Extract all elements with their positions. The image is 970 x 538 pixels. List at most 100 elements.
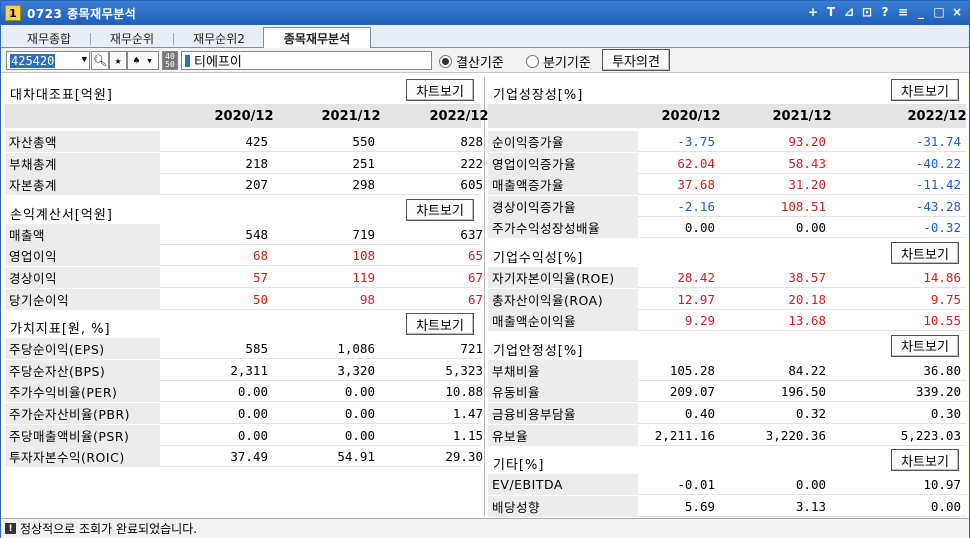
period-label: 2022/12 [907, 108, 967, 124]
info-icon: ! [5, 523, 16, 534]
cell-value: 14.86 [923, 270, 961, 285]
tab-bar: 재무종합 재무순위 재무순위2 종목재무분석 [1, 25, 969, 49]
toolbar: 425420 ▼ 🔍︎ ★ ♠ ▾ 40 50 티에프이 결산기준 분기기준 투자… [1, 48, 969, 73]
period-header: 2020/12 2021/12 2022/12 [488, 104, 967, 128]
text-icon[interactable]: T [825, 4, 837, 20]
table-row: 주가순자산비율(PBR) 0.00 0.00 1.47 [5, 403, 483, 424]
table-row: 주당순자산(BPS) 2,311 3,320 5,323 [5, 359, 483, 381]
table-row: 배당성향 5.69 3.13 0.00 [488, 495, 966, 517]
table-row: 영업이익 68 108 65 [5, 245, 483, 267]
section-title: 기타[%] [493, 458, 545, 474]
main-window: 1 0723 종목재무분석 + T ⊿ ⊡ ? ≡ _ □ × 재무종합 재무순… [0, 0, 970, 538]
chart-view-button[interactable]: 차트보기 [406, 79, 474, 101]
cell-value: 5,323 [445, 362, 483, 378]
tab-financial-summary[interactable]: 재무종합 [9, 28, 89, 48]
cell-value: 605 [460, 177, 483, 193]
chart-view-button[interactable]: 차트보기 [891, 449, 959, 472]
table-row: 매출액순이익율 9.29 13.68 10.55 [488, 310, 966, 332]
table-row: 매출액증가율 37.68 31.20 -11.42 [488, 174, 966, 196]
table-row: 유보율 2,211.16 3,220.36 5,223.03 [488, 424, 966, 446]
menu-icon[interactable]: ≡ [897, 4, 909, 20]
table-row: 주가수익성장성배율 0.00 0.00 -0.32 [488, 217, 966, 239]
chart-view-button[interactable]: 차트보기 [891, 79, 959, 101]
window-copy-icon[interactable]: ⊡ [861, 4, 873, 20]
window-number-badge: 1 [5, 5, 21, 21]
chart-view-button[interactable]: 차트보기 [891, 334, 959, 357]
cell-value: 828 [460, 134, 483, 149]
period-label: 2021/12 [772, 108, 832, 124]
table-row: 자산총액 425 550 828 [5, 131, 483, 152]
table-row: 경상이익 57 119 67 [5, 267, 483, 288]
cell-value: -31.74 [915, 134, 961, 149]
stock-name-field[interactable]: 티에프이 [181, 51, 432, 70]
table-row: 주당순이익(EPS) 585 1,086 721 [5, 338, 483, 360]
maximize-icon[interactable]: □ [933, 4, 945, 20]
cell-value: 10.97 [923, 477, 961, 493]
table-row: 유동비율 209.07 196.50 339.20 [488, 381, 966, 403]
period-header: 2020/12 2021/12 2022/12 [5, 104, 489, 128]
cell-value: 1.15 [452, 427, 483, 443]
radio-settlement-label: 결산기준 [456, 56, 504, 71]
chart-view-button[interactable]: 차트보기 [891, 242, 959, 264]
spade-dropdown-icon[interactable]: ♠ ▾ [127, 51, 159, 70]
stock-name: 티에프이 [194, 55, 242, 70]
tab-financial-rank[interactable]: 재무순위 [92, 28, 172, 48]
table-row: EV/EBITDA -0.01 0.00 10.97 [488, 474, 966, 496]
stock-code-value: 425420 [10, 53, 56, 68]
tab-financial-rank2[interactable]: 재무순위2 [176, 28, 262, 48]
cell-value: 0.00 [930, 498, 961, 514]
cell-value: -43.28 [915, 198, 961, 214]
table-row: 부채비율 105.28 84.22 36.80 [488, 359, 966, 381]
chart-view-button[interactable]: 차트보기 [406, 198, 474, 221]
radio-settlement[interactable]: 결산기준 [439, 52, 504, 71]
cell-value: 10.88 [445, 384, 483, 400]
cell-value: 637 [460, 226, 483, 242]
group-4050-icon[interactable]: 40 50 [162, 51, 178, 70]
investment-opinion-button[interactable]: 투자의견 [602, 49, 670, 71]
section-title: 대차대조표[억원] [10, 88, 113, 103]
table-row: 당기순이익 50 98 67 [5, 288, 483, 310]
radio-on-icon [439, 55, 452, 68]
table-row: 투자자본수익(ROIC) 37.49 54.91 29.30 [5, 446, 483, 468]
section-title: 가치지표[원, %] [10, 322, 111, 338]
chart-view-button[interactable]: 차트보기 [406, 313, 474, 336]
table-row: 총자산이익율(ROA) 12.97 20.18 9.75 [488, 288, 966, 310]
help-icon[interactable]: ? [879, 4, 891, 20]
radio-quarter[interactable]: 분기기준 [526, 52, 591, 71]
window-title: 0723 종목재무분석 [27, 6, 137, 21]
cell-value: 5,223.03 [900, 427, 961, 443]
cell-value: 65 [467, 248, 483, 264]
stock-code-input[interactable]: 425420 ▼ [6, 51, 90, 70]
link-icon[interactable]: ⊿ [843, 4, 855, 20]
cell-value: 67 [467, 291, 483, 307]
table-row: 주가수익비율(PER) 0.00 0.00 10.88 [5, 381, 483, 403]
period-label: 2021/12 [321, 108, 381, 124]
tab-stock-financial-analysis[interactable]: 종목재무분석 [263, 27, 371, 49]
section-title: 기업수익성[%] [493, 251, 584, 266]
table-row: 순이익증가율 -3.75 93.20 -31.74 [488, 131, 966, 152]
cell-value: -11.42 [915, 177, 961, 193]
period-label: 2020/12 [214, 108, 274, 124]
section-title: 기업성장성[%] [493, 88, 584, 103]
star-icon[interactable]: ★ [109, 51, 127, 70]
cell-value: 29.30 [445, 449, 483, 465]
cell-value: 10.55 [923, 313, 961, 329]
chevron-down-icon[interactable]: ▼ [82, 55, 87, 65]
cell-value: 9.75 [930, 291, 961, 307]
section-title: 손익계산서[억원] [10, 207, 113, 223]
radio-quarter-label: 분기기준 [543, 56, 591, 71]
table-row: 영업이익증가율 62.04 58.43 -40.22 [488, 152, 966, 174]
period-label: 2020/12 [661, 108, 721, 124]
table-row: 부채총계 218 251 222 [5, 152, 483, 174]
add-icon[interactable]: + [807, 4, 819, 20]
title-bar: 1 0723 종목재무분석 + T ⊿ ⊡ ? ≡ _ □ × [1, 1, 969, 25]
table-row: 자본총계 207 298 605 [5, 174, 483, 196]
section-title: 기업안정성[%] [493, 343, 584, 359]
close-icon[interactable]: × [951, 4, 963, 20]
table-row: 금융비용부담율 0.40 0.32 0.30 [488, 403, 966, 424]
cell-value: -40.22 [915, 155, 961, 171]
search-icon[interactable]: 🔍︎ [91, 51, 109, 70]
cell-value: 339.20 [915, 384, 961, 400]
table-row: 매출액 548 719 637 [5, 223, 483, 245]
minimize-icon[interactable]: _ [915, 4, 927, 20]
